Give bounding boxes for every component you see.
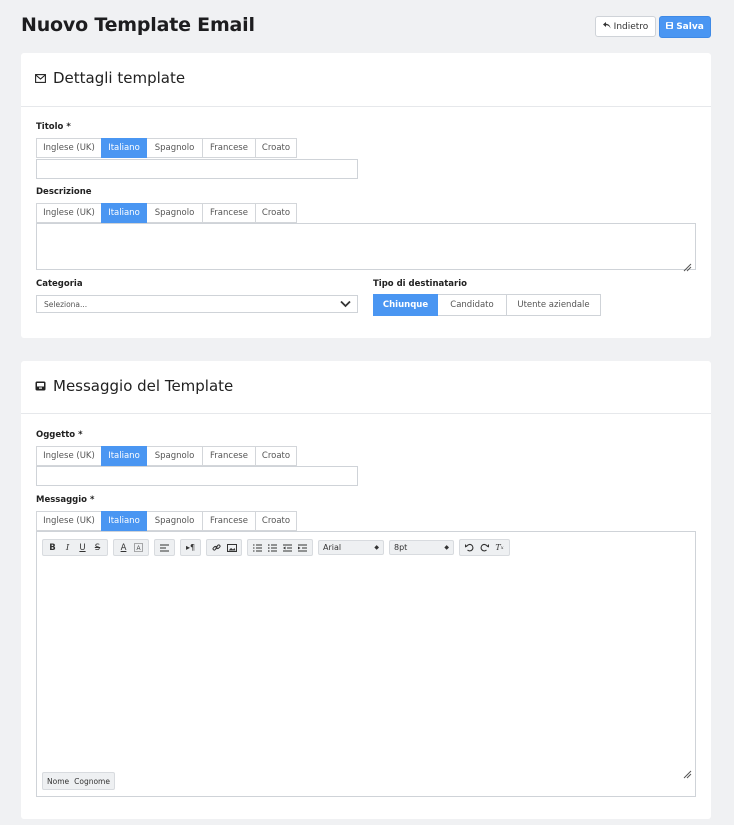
recipient-type-toggle: Chiunque Candidato Utente aziendale (373, 294, 601, 316)
bullet-list-icon[interactable] (265, 540, 280, 555)
back-arrow-icon (602, 21, 611, 32)
template-message-header: Messaggio del Template (21, 361, 711, 414)
font-color-icon[interactable]: A (116, 540, 131, 555)
tab-french[interactable]: Francese (202, 203, 256, 223)
title-language-tabs: Inglese (UK) Italiano Spagnolo Francese … (36, 138, 297, 158)
message-language-tabs: Inglese (UK) Italiano Spagnolo Francese … (36, 511, 297, 531)
history-group: Tx (459, 539, 510, 556)
tab-croatian[interactable]: Croato (255, 446, 297, 466)
title-input[interactable] (36, 159, 358, 179)
tab-spanish[interactable]: Spagnolo (146, 203, 203, 223)
tab-italian[interactable]: Italiano (101, 203, 147, 223)
resize-handle-icon[interactable] (683, 764, 692, 779)
tab-croatian[interactable]: Croato (255, 138, 297, 158)
redo-icon[interactable] (477, 540, 492, 555)
template-message-card: Messaggio del Template Oggetto * Inglese… (21, 361, 711, 819)
template-message-title: Messaggio del Template (35, 377, 233, 395)
recipient-option-anyone[interactable]: Chiunque (373, 294, 438, 316)
subject-language-tabs: Inglese (UK) Italiano Spagnolo Francese … (36, 446, 297, 466)
subject-label: Oggetto * (36, 430, 83, 440)
underline-icon[interactable]: U (75, 540, 90, 555)
font-size-select[interactable]: 8pt ◆ (389, 540, 454, 555)
category-select[interactable]: Seleziona... (36, 295, 358, 313)
description-language-tabs: Inglese (UK) Italiano Spagnolo Francese … (36, 203, 297, 223)
tab-french[interactable]: Francese (202, 446, 256, 466)
highlight-color-icon[interactable]: A (131, 540, 146, 555)
tab-english-uk[interactable]: Inglese (UK) (36, 511, 102, 531)
svg-text:A: A (136, 546, 140, 552)
page: Nuovo Template Email Indietro Salva Dett… (0, 0, 734, 825)
tab-croatian[interactable]: Croato (255, 511, 297, 531)
ordered-list-icon[interactable] (250, 540, 265, 555)
tab-english-uk[interactable]: Inglese (UK) (36, 138, 102, 158)
editor-toolbar: B I U S A A ▸¶ Arial ◆ 8pt ◆ T x (42, 539, 515, 556)
category-select-value: Seleziona... (44, 299, 88, 309)
title-label: Titolo * (36, 122, 71, 132)
save-button[interactable]: Salva (659, 16, 711, 38)
message-label: Messaggio * (36, 495, 95, 505)
tab-italian[interactable]: Italiano (101, 511, 147, 531)
placeholder-chips: Nome Cognome (42, 772, 115, 790)
placeholder-first-name[interactable]: Nome (47, 777, 69, 786)
clear-formatting-icon[interactable]: Tx (492, 540, 507, 555)
font-family-value: Arial (323, 543, 342, 552)
message-editor[interactable]: B I U S A A ▸¶ Arial ◆ 8pt ◆ T x Nome Co… (36, 531, 696, 797)
direction-group: ▸¶ (180, 539, 201, 556)
tab-english-uk[interactable]: Inglese (UK) (36, 203, 102, 223)
strikethrough-icon[interactable]: S (90, 540, 105, 555)
template-details-card: Dettagli template Titolo * Inglese (UK) … (21, 53, 711, 338)
template-details-title: Dettagli template (35, 69, 185, 87)
list-group (247, 539, 313, 556)
align-left-icon[interactable] (157, 540, 172, 555)
font-family-select[interactable]: Arial ◆ (318, 540, 384, 555)
page-title: Nuovo Template Email (21, 14, 255, 36)
tab-croatian[interactable]: Croato (255, 203, 297, 223)
outdent-icon[interactable] (280, 540, 295, 555)
recipient-label: Tipo di destinatario (373, 279, 467, 289)
indent-icon[interactable] (295, 540, 310, 555)
template-details-header: Dettagli template (21, 53, 711, 107)
inbox-icon (35, 377, 46, 395)
tab-english-uk[interactable]: Inglese (UK) (36, 446, 102, 466)
tab-spanish[interactable]: Spagnolo (146, 446, 203, 466)
placeholder-last-name[interactable]: Cognome (74, 777, 110, 786)
tab-italian[interactable]: Italiano (101, 446, 147, 466)
link-icon[interactable] (209, 540, 224, 555)
envelope-icon (35, 69, 46, 87)
resize-handle-icon[interactable] (683, 257, 692, 272)
italic-icon[interactable]: I (60, 540, 75, 555)
recipient-option-business-user[interactable]: Utente aziendale (506, 294, 601, 316)
subject-input[interactable] (36, 466, 358, 486)
color-group: A A (113, 539, 149, 556)
recipient-option-candidate[interactable]: Candidato (437, 294, 507, 316)
undo-icon[interactable] (462, 540, 477, 555)
tab-french[interactable]: Francese (202, 138, 256, 158)
tab-french[interactable]: Francese (202, 511, 256, 531)
back-button-label: Indietro (613, 21, 649, 32)
align-group (154, 539, 175, 556)
text-direction-icon[interactable]: ▸¶ (183, 540, 198, 555)
text-style-group: B I U S (42, 539, 108, 556)
chevron-down-icon (340, 300, 351, 310)
select-arrows-icon: ◆ (444, 544, 449, 551)
image-icon[interactable] (224, 540, 239, 555)
back-button[interactable]: Indietro (595, 16, 656, 37)
save-button-label: Salva (676, 22, 704, 32)
floppy-disk-icon (666, 22, 674, 32)
tab-spanish[interactable]: Spagnolo (146, 138, 203, 158)
tab-spanish[interactable]: Spagnolo (146, 511, 203, 531)
category-label: Categoria (36, 279, 83, 289)
insert-group (206, 539, 242, 556)
select-arrows-icon: ◆ (374, 544, 379, 551)
description-textarea[interactable] (36, 223, 696, 272)
bold-icon[interactable]: B (45, 540, 60, 555)
description-label: Descrizione (36, 187, 92, 197)
font-size-value: 8pt (394, 543, 408, 552)
tab-italian[interactable]: Italiano (101, 138, 147, 158)
template-message-title-text: Messaggio del Template (53, 377, 234, 395)
template-details-title-text: Dettagli template (53, 69, 186, 87)
